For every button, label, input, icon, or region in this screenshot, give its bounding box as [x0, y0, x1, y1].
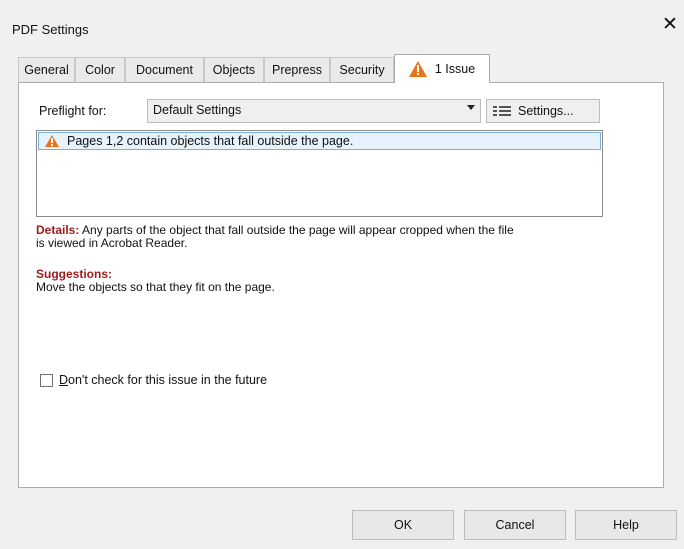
- tab-label: General: [24, 63, 69, 77]
- suggestions-body: Move the objects so that they fit on the…: [36, 280, 275, 294]
- issues-list[interactable]: Pages 1,2 contain objects that fall outs…: [36, 130, 603, 217]
- suggestions-text: Suggestions: Move the objects so that th…: [36, 268, 275, 294]
- tab-label: Document: [136, 63, 193, 77]
- chevron-down-icon: [467, 105, 475, 110]
- warning-icon: [408, 61, 427, 77]
- tab-prepress[interactable]: Prepress: [264, 57, 330, 82]
- tab-objects[interactable]: Objects: [204, 57, 264, 82]
- tab-general[interactable]: General: [18, 57, 75, 82]
- issue-text: Pages 1,2 contain objects that fall outs…: [67, 134, 354, 148]
- settings-button[interactable]: Settings...: [486, 99, 600, 123]
- tab-strip: General Color Document Objects Prepress …: [18, 54, 658, 83]
- tab-security[interactable]: Security: [330, 57, 394, 82]
- checkbox-box[interactable]: [40, 373, 53, 387]
- pdf-settings-dialog: PDF Settings ✕ General Color Document Ob…: [0, 0, 684, 549]
- tab-label: Color: [85, 63, 115, 77]
- details-body: Any parts of the object that fall outsid…: [79, 223, 514, 237]
- ok-button[interactable]: OK: [352, 510, 454, 540]
- cancel-button[interactable]: Cancel: [464, 510, 566, 540]
- tab-label: Objects: [212, 63, 256, 77]
- details-text: Details: Any parts of the object that fa…: [36, 224, 514, 250]
- window-title: PDF Settings: [12, 22, 89, 37]
- help-button[interactable]: Help: [575, 510, 677, 540]
- tab-label: Security: [339, 63, 385, 77]
- preflight-dropdown[interactable]: Default Settings: [147, 99, 481, 123]
- tab-document[interactable]: Document: [125, 57, 204, 82]
- tab-color[interactable]: Color: [75, 57, 125, 82]
- tab-label: Prepress: [271, 63, 323, 77]
- list-item[interactable]: Pages 1,2 contain objects that fall outs…: [38, 132, 601, 150]
- settings-button-label: Settings...: [518, 104, 574, 118]
- tab-issues[interactable]: 1 Issue: [394, 54, 490, 83]
- details-label: Details:: [36, 223, 80, 237]
- checklist-icon: [493, 104, 511, 118]
- preflight-selected-value: Default Settings: [153, 103, 242, 117]
- suggestions-label: Suggestions:: [36, 267, 113, 281]
- checkbox-label: Don't check for this issue in the future: [59, 373, 268, 387]
- issues-panel: Preflight for: Default Settings Settings…: [18, 82, 664, 488]
- tab-label: 1 Issue: [434, 62, 476, 76]
- details-body-line2: is viewed in Acrobat Reader.: [36, 236, 188, 250]
- preflight-label: Preflight for:: [39, 104, 107, 118]
- dont-check-checkbox[interactable]: Don't check for this issue in the future: [40, 373, 267, 387]
- close-icon[interactable]: ✕: [660, 15, 680, 35]
- warning-icon: [45, 135, 59, 147]
